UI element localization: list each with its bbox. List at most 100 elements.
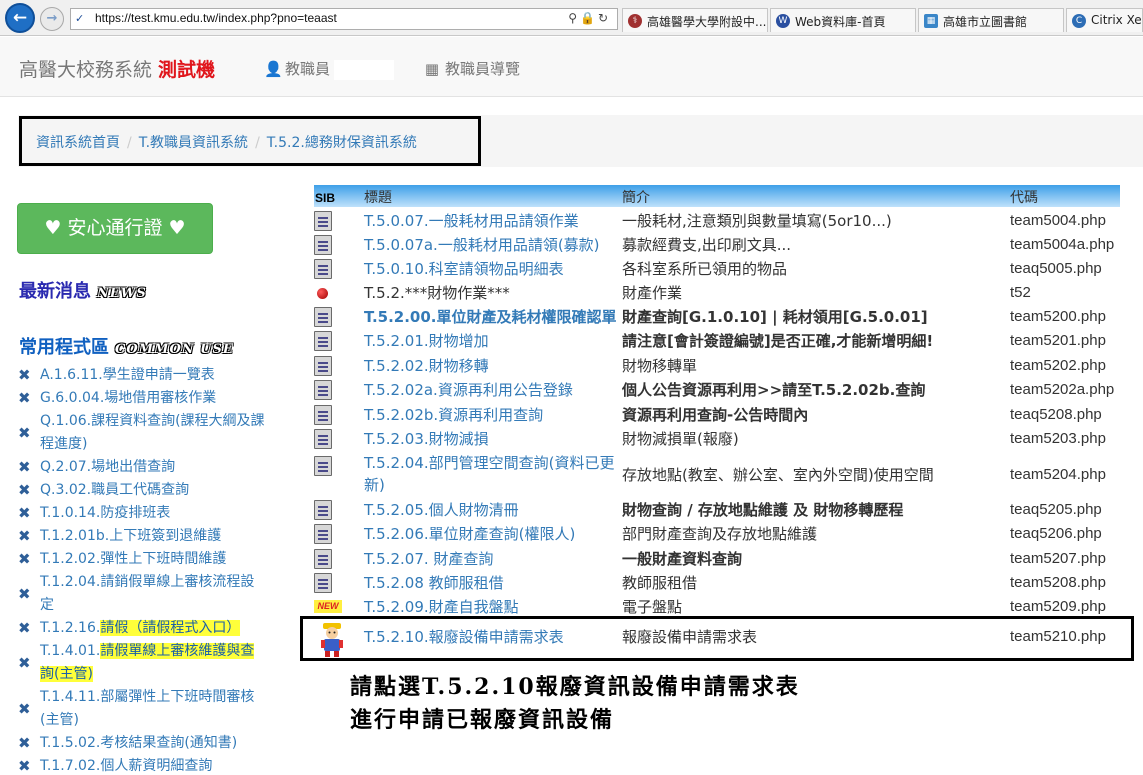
close-icon[interactable]: ✖ [18,583,31,606]
row-title-link[interactable]: T.5.2.00.單位財產及耗材權限確認單 [364,306,622,328]
row-title-link[interactable]: T.5.2.09.財產自我盤點 [364,596,622,618]
close-icon[interactable]: ✖ [18,698,31,721]
site-navbar: 高醫大校務系統 測試機 👤 教職員 ▦ 教職員導覽 [0,37,1143,97]
row-desc: 財產查詢[G.1.0.10] | 耗材領用[G.5.0.01] [622,308,928,326]
item-code: Q.2.07. [40,459,92,475]
row-desc: 部門財產查詢及存放地點維護 [622,525,818,543]
table-row[interactable]: T.5.2.02a.資源再利用公告登錄 個人公告資源再利用>>請至T.5.2.0… [314,379,1124,401]
close-icon[interactable]: ✖ [18,502,31,525]
row-title-link[interactable]: T.5.2.02b.資源再利用查詢 [364,404,622,426]
list-item[interactable]: ✖ T.1.2.16.請假（請假程式入口） [18,617,268,640]
row-desc: 財物查詢 / 存放地點維護 及 財物移轉歷程 [622,501,904,519]
browser-tab-1[interactable]: ⚕ 高雄醫學大學附設中... [622,8,768,32]
forward-arrow-icon[interactable]: → [40,7,64,31]
row-title-link[interactable]: T.5.0.10.科室請領物品明細表 [364,258,622,280]
list-item[interactable]: ✖ T.1.2.02.彈性上下班時間維護 [18,548,268,571]
row-title-link[interactable]: T.5.2.07. 財產查詢 [364,548,622,570]
list-item[interactable]: ✖ Q.2.07.場地出借查詢 [18,456,268,479]
close-icon[interactable]: ✖ [18,617,31,640]
brand[interactable]: 高醫大校務系統 測試機 [19,55,215,82]
close-icon[interactable]: ✖ [18,732,31,755]
row-title-link[interactable]: T.5.2.08 教師服租借 [364,572,622,594]
table-row[interactable]: NEW T.5.2.09.財產自我盤點 電子盤點 team5209.php [314,596,1124,618]
item-code: T.1.2.16. [40,620,101,636]
list-item[interactable]: ✖ T.1.4.11.部屬彈性上下班時間審核(主管) [18,686,268,732]
row-title-link[interactable]: T.5.2.01.財物增加 [364,330,622,352]
list-item[interactable]: ✖ G.6.0.04.場地借用審核作業 [18,387,268,410]
row-desc: 財物移轉單 [622,357,698,375]
table-row[interactable]: T.5.2.01.財物增加 請注意[會計簽證編號]是否正確,才能新增明細! te… [314,330,1124,352]
close-icon[interactable]: ✖ [18,479,31,502]
row-code: team5200.php [1010,308,1106,325]
nav-guide-link[interactable]: ▦ 教職員導覽 [424,58,520,79]
breadcrumb-property-system[interactable]: T.5.2.總務財保資訊系統 [267,135,417,151]
list-item[interactable]: ✖ A.1.6.11.學生證申請一覽表 [18,364,268,387]
list-item[interactable]: ✖ T.1.2.04.請銷假單線上審核流程設定 [18,571,268,617]
search-icon[interactable]: ⚲ [568,11,580,25]
list-item[interactable]: ✖ T.1.0.14.防疫排班表 [18,502,268,525]
browser-tab-4[interactable]: C Citrix Xen [1066,8,1143,32]
table-row[interactable]: T.5.2.00.單位財產及耗材權限確認單 財產查詢[G.1.0.10] | 耗… [314,306,1124,328]
close-icon[interactable]: ✖ [18,456,31,479]
item-code: T.1.2.04. [40,574,101,590]
safe-pass-button[interactable]: ♥ 安心通行證 ♥ [17,203,213,254]
news-heading[interactable]: 最新消息 NEWS [19,277,147,303]
table-row[interactable]: T.5.2.07. 財產查詢 一般財產資料查詢 team5207.php [314,548,1124,570]
table-row[interactable]: T.5.2.02b.資源再利用查詢 資源再利用查詢-公告時間內 teaq5208… [314,404,1124,426]
row-title-link[interactable]: T.5.2.03.財物減損 [364,428,622,450]
close-icon[interactable]: ✖ [18,548,31,571]
address-bar[interactable]: ✓ https://test.kmu.edu.tw/index.php?pno=… [70,8,618,30]
address-actions[interactable]: ⚲🔒↻ [568,11,611,25]
table-row[interactable]: T.5.2.05.個人財物清冊 財物查詢 / 存放地點維護 及 財物移轉歷程 t… [314,499,1124,521]
table-row[interactable]: T.5.0.10.科室請領物品明細表 各科室系所已領用的物品 teaq5005.… [314,258,1124,280]
news-deco-text: NEWS [97,286,147,301]
browser-tab-3[interactable]: ▦ 高雄市立圖書館 [918,8,1064,32]
table-row[interactable]: T.5.2.***財物作業*** 財產作業 t52 [314,282,1124,304]
row-desc: 財產作業 [622,284,683,302]
table-row[interactable]: T.5.2.08 教師服租借 教師服租借 team5208.php [314,572,1124,594]
close-icon[interactable]: ✖ [18,422,31,445]
close-icon[interactable]: ✖ [18,652,31,675]
table-row[interactable]: T.5.2.02.財物移轉 財物移轉單 team5202.php [314,355,1124,377]
back-arrow-icon[interactable]: ← [5,3,35,33]
table-row[interactable]: T.5.0.07.一般耗材用品請領作業 一般耗材,注意類別與數量填寫(5or10… [314,210,1124,232]
close-icon[interactable]: ✖ [18,525,31,548]
list-item[interactable]: ✖ Q.1.06.課程資料查詢(課程大綱及課程進度) [18,410,268,456]
row-title-link[interactable]: T.5.2.06.單位財產查詢(權限人) [364,523,622,545]
row-title-link[interactable]: T.5.2.02a.資源再利用公告登錄 [364,379,622,401]
row-title-link[interactable]: T.5.0.07a.一般耗材用品請領(募款) [364,234,622,256]
close-icon[interactable]: ✖ [18,387,31,410]
table-row[interactable]: T.5.0.07a.一般耗材用品請領(募款) 募款經費支,出印刷文具... te… [314,234,1124,256]
close-icon[interactable]: ✖ [18,755,31,775]
list-item[interactable]: ✖ T.1.4.01.請假單線上審核維護與查詢(主管) [18,640,268,686]
list-item[interactable]: ✖ Q.3.02.職員工代碼查詢 [18,479,268,502]
browser-tab-2[interactable]: W Web資料庫-首頁 [770,8,916,32]
document-icon [314,380,332,400]
row-title-link[interactable]: T.5.0.07.一般耗材用品請領作業 [364,210,622,232]
row-title-link[interactable]: T.5.2.04.部門管理空間查詢(資料已更新) [364,452,622,496]
table-row[interactable]: T.5.2.03.財物減損 財物減損單(報廢) team5203.php [314,428,1124,450]
row-desc: 請注意[會計簽證編號]是否正確,才能新增明細! [622,332,934,350]
table-row[interactable]: T.5.2.04.部門管理空間查詢(資料已更新) 存放地點(教室、辦公室、室內外… [314,452,1124,498]
list-item[interactable]: ✖ T.1.5.02.考核結果查詢(通知書) [18,732,268,755]
row-code: team5203.php [1010,430,1106,447]
tab-label: 高雄市立圖書館 [943,15,1028,29]
item-label: 學生證申請一覽表 [102,367,215,383]
row-title-link[interactable]: T.5.2.02.財物移轉 [364,355,622,377]
breadcrumb-staff-system[interactable]: T.教職員資訊系統 [139,135,248,151]
url-text[interactable]: https://test.kmu.edu.tw/index.php?pno=te… [95,11,337,25]
list-item[interactable]: ✖ T.1.2.01b.上下班簽到退維護 [18,525,268,548]
close-icon[interactable]: ✖ [18,364,31,387]
refresh-icon[interactable]: ↻ [598,11,611,25]
list-item[interactable]: ✖ T.1.7.02.個人薪資明細查詢 [18,755,268,775]
table-row[interactable]: T.5.2.06.單位財產查詢(權限人) 部門財產查詢及存放地點維護 teaq5… [314,523,1124,545]
breadcrumb-home[interactable]: 資訊系統首頁 [36,135,120,151]
tab-label: 高雄醫學大學附設中... [647,15,767,29]
document-icon [314,524,332,544]
row-title-link[interactable]: T.5.2.05.個人財物清冊 [364,499,622,521]
item-code: T.1.0.14. [40,505,101,521]
header-title: 標題 [364,190,392,206]
row-code: team5202a.php [1010,381,1115,398]
nav-user-menu[interactable]: 👤 教職員 [264,58,395,80]
header-desc: 簡介 [622,190,650,206]
